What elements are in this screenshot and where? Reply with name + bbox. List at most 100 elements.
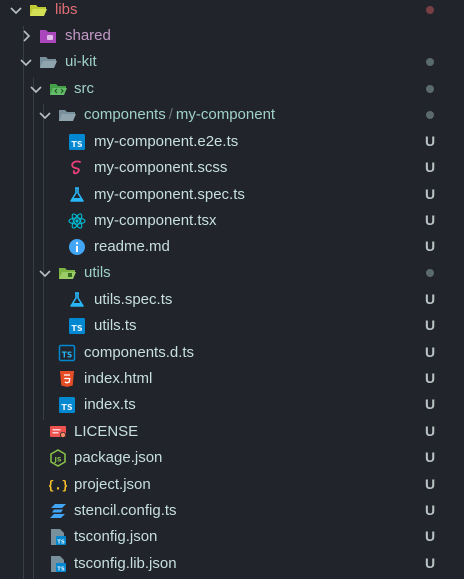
tree-item-label: LICENSE <box>74 423 139 440</box>
tree-item-tsx[interactable]: my-component.tsx U <box>0 208 464 234</box>
license-icon <box>50 426 66 438</box>
tree-item-label: my-component.e2e.ts <box>94 133 239 150</box>
modified-dot <box>426 85 434 93</box>
tree-item-label: libs <box>55 1 78 18</box>
chevron-down-icon <box>10 7 22 15</box>
tsconfig-icon: TS <box>51 529 66 546</box>
untracked-badge: U <box>425 370 436 386</box>
tree-item-label: my-component.scss <box>94 159 228 176</box>
svg-text:TS: TS <box>71 324 82 333</box>
tree-item-label: components / my-component <box>84 105 275 125</box>
tree-item-label: my-component.spec.ts <box>94 186 245 203</box>
path-separator: / <box>168 106 173 123</box>
tree-item-readme[interactable]: readme.md U <box>0 234 464 260</box>
folder-open-icon <box>59 110 76 121</box>
untracked-badge: U <box>425 396 436 412</box>
svg-text:TS: TS <box>57 540 65 546</box>
folder-src-icon <box>50 84 67 95</box>
react-icon <box>68 213 86 229</box>
untracked-badge: U <box>425 449 436 465</box>
modified-dot <box>426 111 434 119</box>
untracked-badge: U <box>425 423 436 439</box>
tree-item-label: shared <box>65 27 111 44</box>
svg-text:TS: TS <box>62 351 73 360</box>
tree-item-label: tsconfig.lib.json <box>74 555 177 572</box>
tree-item-label: src <box>74 80 94 97</box>
tree-item-label: ui-kit <box>65 53 97 70</box>
tree-item-index-ts[interactable]: TS index.ts U <box>0 392 464 418</box>
untracked-badge: U <box>425 528 436 544</box>
typescript-icon: TS <box>69 134 85 150</box>
chevron-down-icon <box>39 112 51 120</box>
svg-text:TS: TS <box>71 140 82 149</box>
tsconfig-icon: TS <box>51 556 66 573</box>
tree-item-license[interactable]: LICENSE U <box>0 419 464 445</box>
chevron-down-icon <box>30 86 42 94</box>
folder-closed-icon <box>40 30 56 43</box>
untracked-badge: U <box>425 317 436 333</box>
tree-item-tsconfig[interactable]: TS tsconfig.json U <box>0 524 464 550</box>
tree-item-label: project.json <box>74 476 151 493</box>
untracked-badge: U <box>425 555 436 571</box>
tree-item-stencil-config[interactable]: stencil.config.ts U <box>0 498 464 524</box>
svg-text:JS: JS <box>53 456 61 464</box>
folder-open-icon <box>30 5 47 16</box>
tree-item-label: index.ts <box>84 396 136 413</box>
tree-item-utils-spec[interactable]: utils.spec.ts U <box>0 287 464 313</box>
tree-item-ui-kit[interactable]: ui-kit <box>0 49 464 75</box>
tree-item-scss[interactable]: my-component.scss U <box>0 155 464 181</box>
stencil-icon <box>50 504 66 518</box>
sass-icon <box>71 160 81 175</box>
untracked-badge: U <box>425 159 436 175</box>
tree-item-components-d-ts[interactable]: TS components.d.ts U <box>0 340 464 366</box>
typescript-def-icon: TS <box>58 344 76 362</box>
tree-item-spec[interactable]: my-component.spec.ts U <box>0 182 464 208</box>
folder-utils-icon <box>59 268 76 279</box>
tree-item-libs[interactable]: libs <box>0 0 464 23</box>
flask-test-icon <box>70 187 84 202</box>
untracked-badge: U <box>425 186 436 202</box>
tree-item-label: stencil.config.ts <box>74 502 177 519</box>
modified-dot <box>426 269 434 277</box>
untracked-badge: U <box>425 291 436 307</box>
tree-item-e2e[interactable]: TS my-component.e2e.ts U <box>0 129 464 155</box>
json-braces-icon: {.} <box>49 479 67 493</box>
folder-name: components <box>84 106 166 123</box>
flask-test-icon <box>70 292 84 307</box>
folder-open-icon <box>40 57 57 68</box>
nodejs-icon: JS <box>50 449 66 467</box>
svg-text:TS: TS <box>57 567 65 573</box>
modified-dot <box>426 58 434 66</box>
untracked-badge: U <box>425 476 436 492</box>
typescript-icon: TS <box>59 397 75 413</box>
untracked-badge: U <box>425 344 436 360</box>
tree-item-index-html[interactable]: index.html U <box>0 366 464 392</box>
tree-item-label: utils.spec.ts <box>94 291 173 308</box>
tree-item-label: utils.ts <box>94 317 137 334</box>
untracked-badge: U <box>425 212 436 228</box>
tree-item-components[interactable]: components / my-component <box>0 102 464 128</box>
tree-item-label: components.d.ts <box>84 344 195 361</box>
tree-item-package-json[interactable]: JS package.json U <box>0 445 464 471</box>
chevron-down-icon <box>39 270 51 278</box>
tree-item-src[interactable]: src <box>0 76 464 102</box>
untracked-badge: U <box>425 238 436 254</box>
tree-item-label: utils <box>84 264 111 281</box>
error-dot <box>426 6 434 14</box>
untracked-badge: U <box>425 133 436 149</box>
html5-icon <box>60 371 74 387</box>
info-icon <box>69 239 85 255</box>
chevron-down-icon <box>20 59 32 67</box>
tree-item-tsconfig-lib[interactable]: TS tsconfig.lib.json U <box>0 551 464 577</box>
tree-item-utils[interactable]: utils <box>0 260 464 286</box>
tree-item-project-json[interactable]: {.} project.json U <box>0 472 464 498</box>
tree-item-label: index.html <box>84 370 153 387</box>
tree-item-utils-ts[interactable]: TS utils.ts U <box>0 313 464 339</box>
tree-item-shared[interactable]: shared <box>0 23 464 49</box>
typescript-icon: TS <box>69 318 85 334</box>
untracked-badge: U <box>425 502 436 518</box>
tree-item-label: my-component.tsx <box>94 212 217 229</box>
tree-item-label: tsconfig.json <box>74 528 158 545</box>
tree-item-label: package.json <box>74 449 163 466</box>
svg-text:TS: TS <box>61 403 72 412</box>
